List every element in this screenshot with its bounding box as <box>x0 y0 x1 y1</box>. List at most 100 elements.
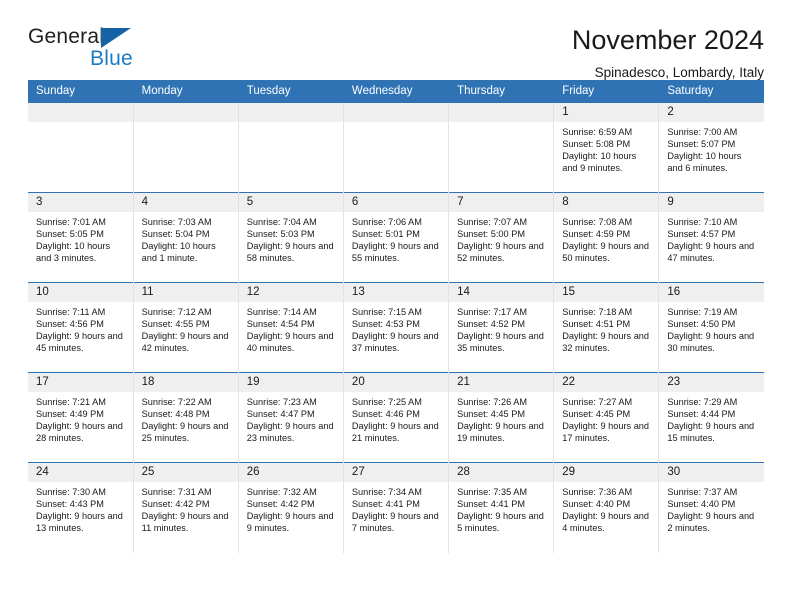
calendar-day-cell[interactable]: 28 Sunrise: 7:35 AM Sunset: 4:41 PM Dayligh… <box>448 462 555 553</box>
sunrise-text: Sunrise: 7:18 AM <box>562 307 633 317</box>
sunrise-text: Sunrise: 7:32 AM <box>246 487 317 497</box>
daylight-text: Daylight: 10 hours and 1 minute. <box>141 241 216 264</box>
day-details: Sunrise: 7:19 AM Sunset: 4:50 PM Daylight:… <box>659 302 764 354</box>
sunset-text: Sunset: 4:56 PM <box>36 319 104 330</box>
daylight-text: Daylight: 9 hours and 15 minutes. <box>667 421 755 444</box>
daylight-text: Daylight: 10 hours and 9 minutes. <box>562 151 637 174</box>
calendar-week-row: 3 Sunrise: 7:01 AM Sunset: 5:05 PM Daylight… <box>28 192 764 283</box>
sunset-text: Sunset: 4:42 PM <box>246 499 315 510</box>
calendar-day-cell[interactable]: 17 Sunrise: 7:21 AM Sunset: 4:49 PM Dayligh… <box>28 372 134 463</box>
calendar-day-cell[interactable]: 26 Sunrise: 7:32 AM Sunset: 4:42 PM Dayligh… <box>238 462 344 553</box>
calendar-day-cell[interactable]: 3 Sunrise: 7:01 AM Sunset: 5:05 PM Daylight… <box>28 192 134 283</box>
day-details <box>28 122 133 126</box>
sunrise-text: Sunrise: 7:37 AM <box>667 487 738 497</box>
calendar-day-cell[interactable]: 1 Sunrise: 6:59 AM Sunset: 5:08 PM Daylight… <box>553 102 660 193</box>
calendar-day-cell[interactable]: 6 Sunrise: 7:06 AM Sunset: 5:01 PM Daylight… <box>343 192 450 283</box>
sunset-text: Sunset: 4:41 PM <box>457 499 525 510</box>
calendar-day-cell[interactable]: 11 Sunrise: 7:12 AM Sunset: 4:55 PM Dayligh… <box>133 282 239 373</box>
daylight-text: Daylight: 9 hours and 17 minutes. <box>562 421 650 444</box>
calendar-day-cell[interactable]: 13 Sunrise: 7:15 AM Sunset: 4:53 PM Dayligh… <box>343 282 450 373</box>
calendar-day-cell[interactable]: 10 Sunrise: 7:11 AM Sunset: 4:56 PM Dayligh… <box>28 282 134 373</box>
calendar-day-cell[interactable]: 5 Sunrise: 7:04 AM Sunset: 5:03 PM Daylight… <box>238 192 344 283</box>
page-subtitle: Spinadesco, Lombardy, Italy <box>594 65 764 81</box>
day-details <box>449 122 553 126</box>
sunrise-text: Sunrise: 7:10 AM <box>667 217 738 227</box>
calendar-day-cell[interactable]: 22 Sunrise: 7:27 AM Sunset: 4:45 PM Dayligh… <box>553 372 660 463</box>
sunset-text: Sunset: 4:59 PM <box>562 229 631 240</box>
daylight-text: Daylight: 9 hours and 32 minutes. <box>562 331 650 354</box>
day-number: 24 <box>28 463 133 482</box>
day-cell-content: 10 Sunrise: 7:11 AM Sunset: 4:56 PM Dayligh… <box>28 283 133 372</box>
daylight-text: Daylight: 9 hours and 11 minutes. <box>141 511 229 534</box>
day-cell-content: 30 Sunrise: 7:37 AM Sunset: 4:40 PM Dayligh… <box>659 463 764 553</box>
daylight-text: Daylight: 9 hours and 35 minutes. <box>457 331 544 354</box>
day-details: Sunrise: 7:29 AM Sunset: 4:44 PM Daylight:… <box>659 392 764 444</box>
sunset-text: Sunset: 5:01 PM <box>351 229 420 240</box>
sunrise-text: Sunrise: 7:27 AM <box>562 397 633 407</box>
sunset-text: Sunset: 5:05 PM <box>36 229 104 240</box>
day-number: 19 <box>238 373 343 392</box>
daylight-text: Daylight: 10 hours and 6 minutes. <box>667 151 742 174</box>
daylight-text: Daylight: 9 hours and 58 minutes. <box>246 241 334 264</box>
calendar-day-cell[interactable]: 21 Sunrise: 7:26 AM Sunset: 4:45 PM Dayligh… <box>448 372 555 463</box>
day-cell-content: 26 Sunrise: 7:32 AM Sunset: 4:42 PM Dayligh… <box>238 463 343 553</box>
calendar-empty-cell <box>28 102 134 193</box>
daylight-text: Daylight: 9 hours and 50 minutes. <box>562 241 650 264</box>
calendar-day-cell[interactable]: 15 Sunrise: 7:18 AM Sunset: 4:51 PM Dayligh… <box>553 282 660 373</box>
calendar-day-cell[interactable]: 27 Sunrise: 7:34 AM Sunset: 4:41 PM Dayligh… <box>343 462 450 553</box>
day-cell-content: 24 Sunrise: 7:30 AM Sunset: 4:43 PM Dayligh… <box>28 463 133 553</box>
calendar-day-cell[interactable]: 30 Sunrise: 7:37 AM Sunset: 4:40 PM Dayligh… <box>658 462 764 553</box>
sunrise-text: Sunrise: 7:06 AM <box>351 217 422 227</box>
sunrise-text: Sunrise: 7:35 AM <box>457 487 528 497</box>
daylight-text: Daylight: 9 hours and 52 minutes. <box>457 241 544 264</box>
calendar-day-cell[interactable]: 20 Sunrise: 7:25 AM Sunset: 4:46 PM Dayligh… <box>343 372 450 463</box>
title-block: November 2024 Spinadesco, Lombardy, Ital… <box>572 26 764 81</box>
sunset-text: Sunset: 5:00 PM <box>457 229 525 240</box>
day-details: Sunrise: 7:23 AM Sunset: 4:47 PM Daylight:… <box>239 392 343 444</box>
calendar-day-cell[interactable]: 12 Sunrise: 7:14 AM Sunset: 4:54 PM Dayligh… <box>238 282 344 373</box>
calendar-day-cell[interactable]: 16 Sunrise: 7:19 AM Sunset: 4:50 PM Dayligh… <box>658 282 764 373</box>
day-cell-content: 22 Sunrise: 7:27 AM Sunset: 4:45 PM Dayligh… <box>554 373 659 462</box>
day-number: 27 <box>343 463 449 482</box>
calendar-day-cell[interactable]: 4 Sunrise: 7:03 AM Sunset: 5:04 PM Daylight… <box>133 192 239 283</box>
calendar-day-cell[interactable]: 2 Sunrise: 7:00 AM Sunset: 5:07 PM Daylight… <box>658 102 764 193</box>
sunrise-text: Sunrise: 7:26 AM <box>457 397 528 407</box>
calendar-day-cell[interactable]: 19 Sunrise: 7:23 AM Sunset: 4:47 PM Dayligh… <box>238 372 344 463</box>
calendar-day-cell[interactable]: 14 Sunrise: 7:17 AM Sunset: 4:52 PM Dayligh… <box>448 282 555 373</box>
daylight-text: Daylight: 9 hours and 2 minutes. <box>667 511 755 534</box>
sunset-text: Sunset: 5:04 PM <box>141 229 210 240</box>
logo-text-blue: Blue <box>90 47 133 70</box>
day-cell-content: 23 Sunrise: 7:29 AM Sunset: 4:44 PM Dayligh… <box>659 373 764 462</box>
calendar-day-cell[interactable]: 8 Sunrise: 7:08 AM Sunset: 4:59 PM Daylight… <box>553 192 660 283</box>
day-details: Sunrise: 7:30 AM Sunset: 4:43 PM Daylight:… <box>28 482 133 534</box>
calendar-day-cell[interactable]: 29 Sunrise: 7:36 AM Sunset: 4:40 PM Dayligh… <box>553 462 660 553</box>
sunrise-text: Sunrise: 7:03 AM <box>141 217 212 227</box>
day-details: Sunrise: 7:25 AM Sunset: 4:46 PM Daylight:… <box>344 392 448 444</box>
day-number <box>238 103 343 122</box>
day-cell-content: 21 Sunrise: 7:26 AM Sunset: 4:45 PM Dayligh… <box>449 373 554 462</box>
day-number: 12 <box>238 283 343 302</box>
sunrise-text: Sunrise: 7:23 AM <box>246 397 317 407</box>
calendar-week-row: 10 Sunrise: 7:11 AM Sunset: 4:56 PM Dayligh… <box>28 282 764 373</box>
calendar-day-cell[interactable]: 23 Sunrise: 7:29 AM Sunset: 4:44 PM Dayligh… <box>658 372 764 463</box>
calendar-day-cell[interactable]: 9 Sunrise: 7:10 AM Sunset: 4:57 PM Daylight… <box>658 192 764 283</box>
sunset-text: Sunset: 4:45 PM <box>562 409 631 420</box>
calendar-empty-cell <box>448 102 555 193</box>
sunset-text: Sunset: 4:40 PM <box>562 499 631 510</box>
daylight-text: Daylight: 9 hours and 40 minutes. <box>246 331 334 354</box>
sunrise-text: Sunrise: 7:36 AM <box>562 487 633 497</box>
sunrise-text: Sunrise: 7:21 AM <box>36 397 106 407</box>
day-cell-content <box>449 103 554 192</box>
calendar-day-cell[interactable]: 18 Sunrise: 7:22 AM Sunset: 4:48 PM Dayligh… <box>133 372 239 463</box>
day-details: Sunrise: 7:34 AM Sunset: 4:41 PM Daylight:… <box>344 482 448 534</box>
sunrise-text: Sunrise: 7:01 AM <box>36 217 106 227</box>
day-details: Sunrise: 7:00 AM Sunset: 5:07 PM Daylight:… <box>659 122 764 174</box>
day-cell-content: 9 Sunrise: 7:10 AM Sunset: 4:57 PM Daylight… <box>659 193 764 282</box>
weekday-header-thursday: Thursday <box>448 80 555 103</box>
day-details: Sunrise: 7:04 AM Sunset: 5:03 PM Daylight:… <box>239 212 343 264</box>
calendar-day-cell[interactable]: 7 Sunrise: 7:07 AM Sunset: 5:00 PM Daylight… <box>448 192 555 283</box>
calendar-day-cell[interactable]: 24 Sunrise: 7:30 AM Sunset: 4:43 PM Dayligh… <box>28 462 134 553</box>
sunrise-text: Sunrise: 7:07 AM <box>457 217 528 227</box>
calendar-day-cell[interactable]: 25 Sunrise: 7:31 AM Sunset: 4:42 PM Dayligh… <box>133 462 239 553</box>
day-details: Sunrise: 7:35 AM Sunset: 4:41 PM Daylight:… <box>449 482 553 534</box>
